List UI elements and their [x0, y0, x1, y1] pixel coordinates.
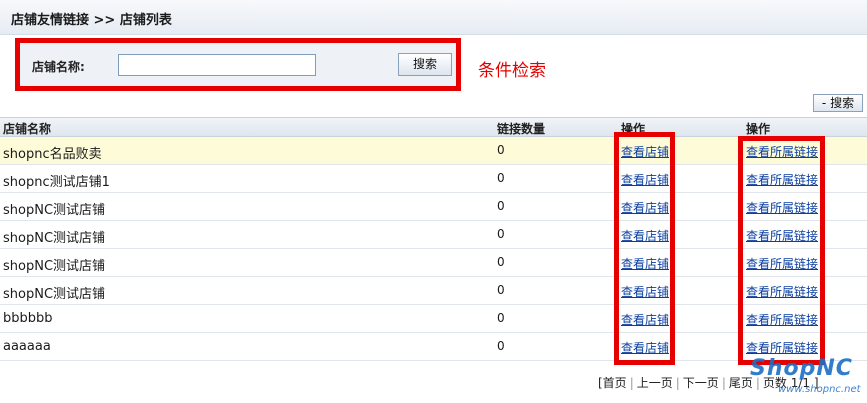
toggle-search-button[interactable]: - 搜索	[813, 94, 863, 112]
prev-page-link[interactable]: 上一页	[637, 376, 673, 390]
table-row: shopNC测试店铺 0 查看店铺 查看所属链接	[0, 249, 867, 277]
highlight-box-view-store	[614, 132, 675, 365]
header-link-count: 链接数量	[497, 122, 546, 136]
watermark-site: www.shopnc.net	[778, 384, 861, 395]
table-row: shopnc名品败卖 0 查看店铺 查看所属链接	[0, 137, 867, 165]
search-button[interactable]: 搜索	[398, 53, 452, 76]
link-count: 0	[497, 227, 505, 241]
table-row: bbbbbb 0 查看店铺 查看所属链接	[0, 305, 867, 333]
link-count: 0	[497, 311, 505, 325]
watermark-brand: ShopNC	[750, 356, 853, 381]
store-name: shopnc名品败卖	[3, 147, 102, 162]
link-count: 0	[497, 339, 505, 353]
store-name: shopNC测试店铺	[3, 203, 106, 218]
store-name: bbbbbb	[3, 311, 53, 326]
table-row: shopNC测试店铺 0 查看店铺 查看所属链接	[0, 221, 867, 249]
link-count: 0	[497, 171, 505, 185]
store-name: shopNC测试店铺	[3, 287, 106, 302]
link-count: 0	[497, 143, 505, 157]
filter-annotation: 条件检索	[478, 61, 546, 81]
page-title: 店铺友情链接 >> 店铺列表	[11, 13, 172, 28]
header-store-name: 店铺名称	[3, 122, 52, 136]
table-row: aaaaaa 0 查看店铺 查看所属链接	[0, 333, 867, 361]
link-count: 0	[497, 199, 505, 213]
highlight-box-view-links	[738, 136, 825, 365]
link-count: 0	[497, 283, 505, 297]
store-name-label: 店铺名称:	[32, 60, 85, 74]
store-name-input[interactable]	[118, 54, 316, 76]
page-header: 店铺友情链接 >> 店铺列表	[0, 0, 867, 35]
header-action-links: 操作	[746, 122, 771, 136]
store-name: shopNC测试店铺	[3, 231, 106, 246]
store-name: shopnc测试店铺1	[3, 175, 110, 190]
store-name: shopNC测试店铺	[3, 259, 106, 274]
shopnc-watermark-logo: ShopNC www.shopnc.net	[748, 356, 864, 400]
table-row: shopNC测试店铺 0 查看店铺 查看所属链接	[0, 277, 867, 305]
table-row: shopNC测试店铺 0 查看店铺 查看所属链接	[0, 193, 867, 221]
first-page-link[interactable]: [首页	[598, 376, 627, 390]
table-row: shopnc测试店铺1 0 查看店铺 查看所属链接	[0, 165, 867, 193]
next-page-link[interactable]: 下一页	[683, 376, 719, 390]
link-count: 0	[497, 255, 505, 269]
table-header: 店铺名称 链接数量 操作 操作	[0, 117, 867, 137]
search-panel: 店铺名称: 搜索	[15, 38, 461, 91]
store-name: aaaaaa	[3, 339, 51, 354]
store-table: 店铺名称 链接数量 操作 操作 shopnc名品败卖 0 查看店铺 查看所属链接…	[0, 117, 867, 361]
